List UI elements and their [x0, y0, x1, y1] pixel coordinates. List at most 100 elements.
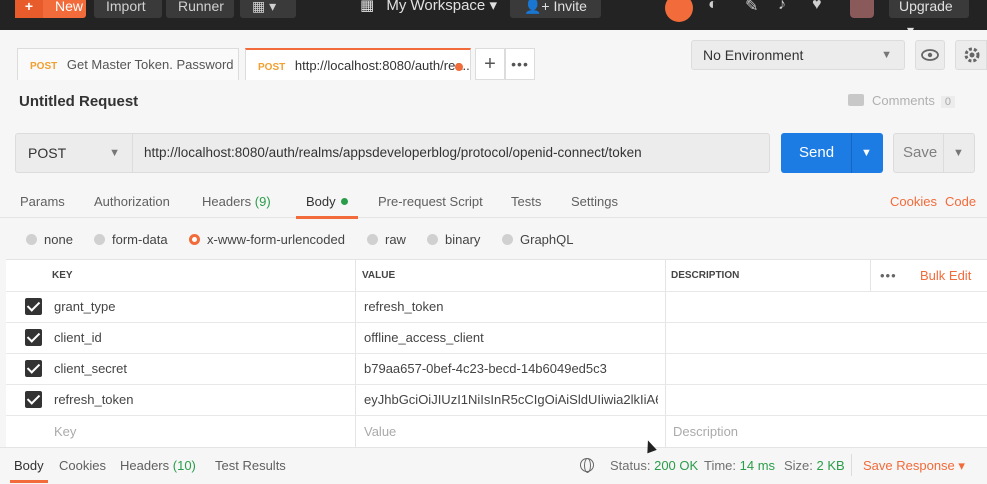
save-button[interactable]: Save ▼ [893, 133, 975, 173]
upgrade-button[interactable]: Upgrade ▾ [889, 0, 969, 38]
request-tab-active[interactable]: POST http://localhost:8080/auth/rea... [245, 48, 471, 80]
divider [870, 260, 871, 291]
import-button[interactable]: Import [94, 0, 162, 18]
param-key[interactable]: refresh_token [54, 392, 344, 407]
response-tab-test-results[interactable]: Test Results [215, 458, 286, 473]
url-input[interactable]: http://localhost:8080/auth/realms/appsde… [133, 133, 770, 173]
radio-label: binary [445, 232, 481, 247]
radio-raw[interactable]: raw [367, 232, 406, 247]
invite-button[interactable]: 👤+ Invite [510, 0, 601, 18]
new-button-label: New [55, 0, 84, 14]
request-config-tabs: Params Authorization Headers (9) Body Pr… [0, 186, 987, 219]
param-value[interactable]: b79aa657-0bef-4c23-becd-14b6049ed5c3 [364, 361, 656, 376]
param-key[interactable]: client_secret [54, 361, 344, 376]
status-label: Status: [610, 458, 651, 473]
tab-headers[interactable]: Headers (9) [202, 194, 271, 209]
response-tab-body[interactable]: Body [10, 458, 48, 483]
tab-title: http://localhost:8080/auth/rea... [294, 58, 471, 73]
new-value-input[interactable]: Value [364, 424, 654, 439]
new-window-button[interactable]: ▦ ▾ [240, 0, 296, 18]
response-tab-headers[interactable]: Headers (10) [120, 458, 196, 473]
request-tab-bar: POST Get Master Token. Password ... POST… [0, 30, 987, 82]
bulk-edit-link[interactable]: Bulk Edit [920, 260, 971, 291]
row-enabled-checkbox[interactable] [25, 391, 42, 408]
radio-form-data[interactable]: form-data [94, 232, 168, 247]
satellite-icon[interactable]: ◐ [708, 0, 718, 14]
save-options-chevron-icon[interactable]: ▼ [953, 134, 964, 172]
radio-label: none [44, 232, 73, 247]
add-tab-button[interactable]: + [475, 48, 505, 80]
new-button[interactable]: + New [15, 0, 86, 18]
wrench-icon[interactable]: ✎ [745, 0, 758, 16]
send-options-chevron-icon[interactable]: ▼ [861, 133, 872, 173]
row-enabled-checkbox[interactable] [25, 298, 42, 315]
code-link[interactable]: Code [945, 194, 976, 209]
divider [6, 353, 987, 354]
request-tab[interactable]: POST Get Master Token. Password ... [17, 48, 239, 80]
body-indicator-dot-icon [340, 198, 348, 205]
tab-authorization[interactable]: Authorization [94, 194, 170, 209]
upgrade-label: Upgrade [899, 0, 953, 14]
manage-environments-button[interactable] [955, 40, 987, 70]
divider [6, 291, 987, 292]
radio-graphql[interactable]: GraphQL [502, 232, 573, 247]
divider [6, 322, 987, 323]
tab-settings[interactable]: Settings [571, 194, 618, 209]
tab-headers-label: Headers [202, 194, 252, 209]
param-value[interactable]: refresh_token [364, 299, 656, 314]
divider [665, 260, 666, 448]
request-title[interactable]: Untitled Request [19, 93, 138, 110]
table-options-button[interactable]: ••• [880, 260, 897, 291]
new-key-input[interactable]: Key [54, 424, 344, 439]
save-response-button[interactable]: Save Response ▾ [863, 458, 965, 474]
radio-label: x-www-form-urlencoded [207, 232, 345, 247]
row-enabled-checkbox[interactable] [25, 360, 42, 377]
time-value: 14 ms [739, 458, 776, 473]
comment-icon [848, 94, 864, 106]
chevron-down-icon: ▾ [489, 0, 497, 14]
column-header-description: DESCRIPTION [671, 270, 740, 281]
tab-options-button[interactable]: ••• [505, 48, 535, 80]
response-status: Status: 200 OK [610, 458, 698, 473]
tab-prerequest-script[interactable]: Pre-request Script [378, 194, 483, 209]
heart-icon[interactable]: ♥ [812, 0, 822, 14]
response-time: Time: 14 ms [704, 458, 775, 473]
globe-icon[interactable] [580, 458, 594, 473]
gear-icon [964, 47, 980, 63]
param-key[interactable]: client_id [54, 330, 344, 345]
radio-circle [367, 234, 378, 245]
radio-circle-selected [189, 234, 200, 245]
tab-body[interactable]: Body [296, 194, 358, 219]
response-headers-count: (10) [172, 458, 196, 473]
tab-params[interactable]: Params [20, 194, 65, 209]
user-plus-icon: 👤+ [524, 0, 554, 14]
response-tab-cookies[interactable]: Cookies [59, 458, 106, 473]
column-header-key: KEY [52, 270, 73, 281]
avatar[interactable] [850, 0, 874, 18]
cookies-link[interactable]: Cookies [890, 194, 937, 209]
method-select[interactable]: POST ▼ [15, 133, 133, 173]
tab-method: POST [258, 62, 286, 73]
tab-tests[interactable]: Tests [511, 194, 541, 209]
runner-button[interactable]: Runner [166, 0, 234, 18]
param-value[interactable]: offline_access_client [364, 330, 656, 345]
chevron-down-icon: ▼ [881, 49, 892, 61]
sync-icon[interactable] [665, 0, 693, 22]
radio-x-www-form-urlencoded[interactable]: x-www-form-urlencoded [189, 232, 345, 247]
tab-method: POST [30, 61, 58, 72]
radio-binary[interactable]: binary [427, 232, 480, 247]
comments-button[interactable]: Comments 0 [848, 93, 955, 108]
row-enabled-checkbox[interactable] [25, 329, 42, 346]
param-value[interactable]: eyJhbGciOiJIUzI1NiIsInR5cCIgOiAiSldUIiwi… [364, 392, 658, 407]
environment-select[interactable]: No Environment ▼ [691, 40, 905, 70]
param-key[interactable]: grant_type [54, 299, 344, 314]
new-description-input[interactable]: Description [673, 424, 973, 439]
workspace-switcher[interactable]: ▦ My Workspace ▾ [360, 0, 497, 18]
environment-quick-look-button[interactable] [915, 40, 945, 70]
workspace-label: My Workspace [386, 0, 486, 14]
radio-none[interactable]: none [26, 232, 73, 247]
divider [6, 415, 987, 416]
send-button[interactable]: Send ▼ [781, 133, 883, 173]
body-type-group: none form-data x-www-form-urlencoded raw… [0, 228, 987, 252]
bell-icon[interactable]: ♪ [778, 0, 786, 14]
